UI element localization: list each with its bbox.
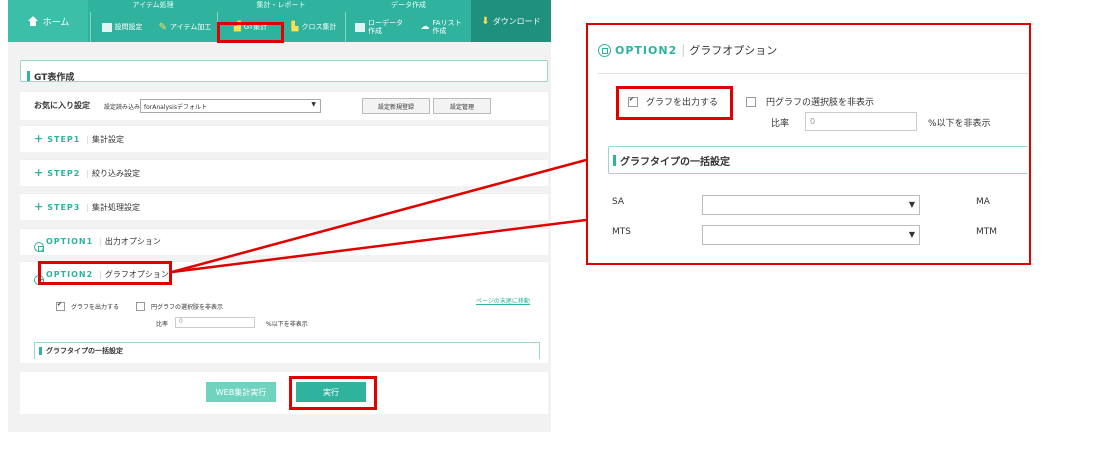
zoom-title: OPTION2 | グラフオプション (598, 40, 777, 60)
dropdown-arrow-icon: ▼ (908, 230, 915, 239)
ma-label: MA (976, 197, 990, 207)
mts-label: MTS (612, 227, 631, 237)
mts-select[interactable]: ▼ (702, 225, 920, 245)
zoom-hide-pie-checkbox[interactable] (746, 96, 756, 107)
option-icon (598, 43, 611, 57)
callout-line-top (171, 158, 587, 274)
zoom-hide-pie-label: 円グラフの選択肢を非表示 (766, 98, 875, 108)
zoom-hide-pie-row[interactable]: 円グラフの選択肢を非表示 (746, 95, 874, 108)
zoom-bulk-section: グラフタイプの一括設定 (608, 146, 1028, 174)
mtm-label: MTM (976, 227, 998, 237)
zoom-ratio-suffix: %以下を非表示 (928, 119, 991, 129)
separator: | (681, 43, 686, 57)
divider (598, 73, 1028, 74)
zoom-option-title: グラフオプション (689, 44, 778, 57)
zoom-ratio-input[interactable]: 0 (805, 112, 917, 131)
accent-bar (613, 154, 616, 166)
zoom-option-tag: OPTION2 (615, 43, 678, 57)
sa-label: SA (612, 197, 625, 207)
zoom-bulk-title: グラフタイプの一括設定 (620, 156, 730, 168)
zoom-ratio-label: 比率 (771, 119, 790, 129)
dropdown-arrow-icon: ▼ (908, 200, 915, 209)
sa-select[interactable]: ▼ (702, 195, 920, 215)
zoom-panel: OPTION2 | グラフオプション グラフを出力する 円グラフの選択肢を非表示… (586, 23, 1031, 265)
callout-line-bottom (171, 218, 587, 274)
highlight-zoom-output-graph (616, 86, 733, 120)
